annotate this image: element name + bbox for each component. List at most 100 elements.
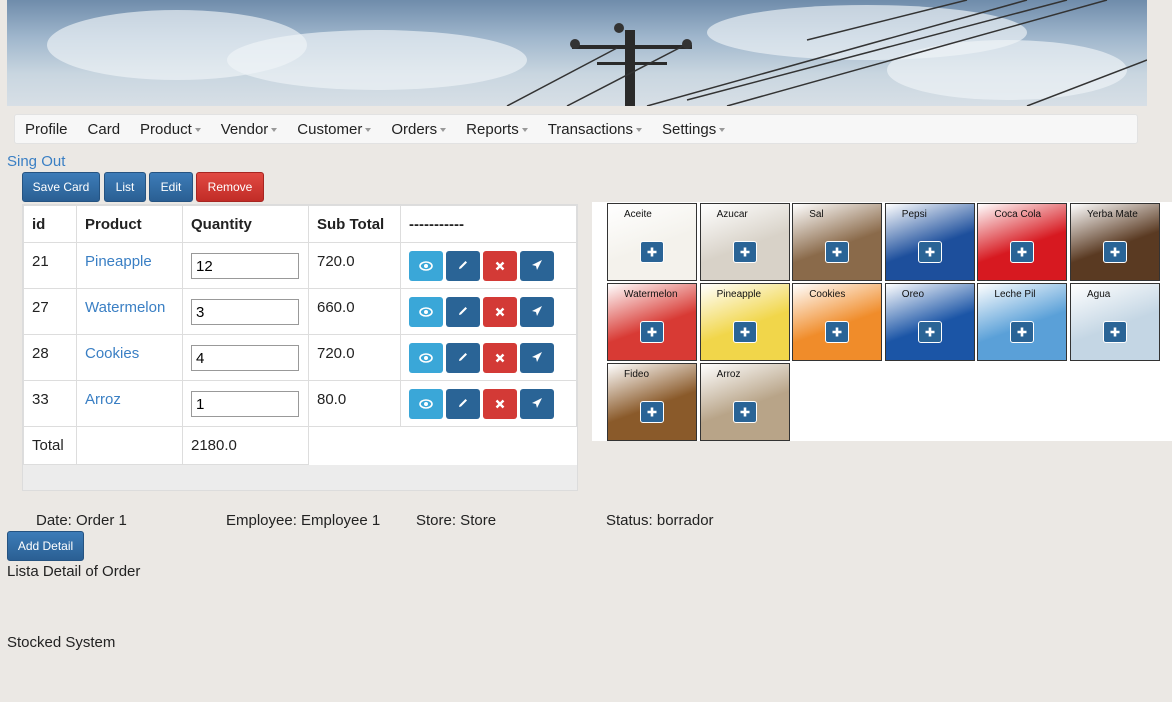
product-link[interactable]: Arroz xyxy=(85,391,121,408)
product-tile[interactable]: Aceite xyxy=(607,203,697,281)
plus-icon xyxy=(740,407,750,417)
cell-subtotal: 720.0 xyxy=(308,242,401,289)
col-header-actions: ----------- xyxy=(400,205,577,243)
nav-item-orders[interactable]: Orders xyxy=(381,121,456,138)
send-row-button[interactable] xyxy=(520,343,554,373)
nav-item-product[interactable]: Product xyxy=(130,121,211,138)
product-tile[interactable]: Oreo xyxy=(884,283,975,361)
cell-subtotal: 660.0 xyxy=(308,288,401,335)
product-tile-label: Leche Pil xyxy=(994,289,1036,300)
plus-icon xyxy=(832,247,842,257)
view-button[interactable] xyxy=(409,297,443,327)
add-product-button[interactable] xyxy=(1010,321,1035,343)
product-tile[interactable]: Sal xyxy=(792,203,883,281)
send-row-button[interactable] xyxy=(520,251,554,281)
caret-down-icon xyxy=(365,128,372,132)
edit-button[interactable]: Edit xyxy=(149,172,193,202)
plus-icon xyxy=(647,407,657,417)
quantity-input[interactable] xyxy=(191,345,299,371)
add-product-button[interactable] xyxy=(825,241,850,263)
plus-icon xyxy=(1110,327,1120,337)
pencil-icon xyxy=(457,304,469,321)
delete-row-button[interactable] xyxy=(483,343,517,373)
product-tile[interactable]: Watermelon xyxy=(607,283,697,361)
nav-item-label: Reports xyxy=(466,120,519,138)
add-product-button[interactable] xyxy=(732,401,757,423)
delete-row-button[interactable] xyxy=(483,297,517,327)
nav-item-vendor[interactable]: Vendor xyxy=(211,121,288,138)
pencil-icon xyxy=(457,396,469,413)
add-product-button[interactable] xyxy=(1103,321,1127,343)
add-detail-button[interactable]: Add Detail xyxy=(7,531,84,561)
nav-item-settings[interactable]: Settings xyxy=(652,121,735,138)
cell-product: Watermelon xyxy=(76,288,183,335)
nav-item-label: Product xyxy=(140,120,192,138)
remove-button[interactable]: Remove xyxy=(196,172,264,202)
edit-row-button[interactable] xyxy=(446,389,480,419)
add-product-button[interactable] xyxy=(1010,241,1035,263)
cell-quantity xyxy=(182,288,309,335)
caret-down-icon xyxy=(194,128,201,132)
cell-product: Arroz xyxy=(76,380,183,427)
view-button[interactable] xyxy=(409,343,443,373)
send-row-button[interactable] xyxy=(520,297,554,327)
add-product-button[interactable] xyxy=(640,321,664,343)
plus-icon xyxy=(1017,327,1027,337)
product-tile[interactable]: Leche Pil xyxy=(977,283,1068,361)
product-tile[interactable]: Coca Cola xyxy=(977,203,1068,281)
total-label: Total xyxy=(23,426,77,465)
nav-item-profile[interactable]: Profile xyxy=(15,121,78,138)
product-link[interactable]: Pineapple xyxy=(85,253,152,270)
add-product-button[interactable] xyxy=(640,401,664,423)
table-row: 28 Cookies 720.0 xyxy=(23,334,577,381)
add-product-button[interactable] xyxy=(825,321,850,343)
product-tile[interactable]: Arroz xyxy=(699,363,790,441)
cell-product: Cookies xyxy=(76,334,183,381)
product-tile-label: Sal xyxy=(809,209,824,220)
product-tile[interactable]: Fideo xyxy=(607,363,697,441)
add-product-button[interactable] xyxy=(917,321,942,343)
close-icon xyxy=(495,396,505,413)
nav-item-card[interactable]: Card xyxy=(78,121,131,138)
send-row-button[interactable] xyxy=(520,389,554,419)
product-tile-label: Arroz xyxy=(716,369,741,380)
product-tile[interactable]: Cookies xyxy=(792,283,883,361)
edit-row-button[interactable] xyxy=(446,251,480,281)
edit-row-button[interactable] xyxy=(446,297,480,327)
add-product-button[interactable] xyxy=(732,321,757,343)
product-tile[interactable]: Pineapple xyxy=(699,283,790,361)
product-tile-label: Cookies xyxy=(809,289,846,300)
nav-item-reports[interactable]: Reports xyxy=(456,121,538,138)
product-tile[interactable]: Yerba Mate xyxy=(1070,203,1160,281)
nav-item-customer[interactable]: Customer xyxy=(287,121,381,138)
save-card-button[interactable]: Save Card xyxy=(22,172,100,202)
view-button[interactable] xyxy=(409,389,443,419)
product-tile[interactable]: Agua xyxy=(1070,283,1160,361)
send-icon xyxy=(531,258,543,275)
quantity-input[interactable] xyxy=(191,391,299,417)
product-link[interactable]: Cookies xyxy=(85,345,139,362)
view-button[interactable] xyxy=(409,251,443,281)
pencil-icon xyxy=(457,350,469,367)
add-product-button[interactable] xyxy=(1103,241,1127,263)
delete-row-button[interactable] xyxy=(483,251,517,281)
product-tile[interactable]: Azucar xyxy=(699,203,790,281)
cell-quantity xyxy=(182,242,309,289)
nav-item-label: Customer xyxy=(297,120,363,138)
delete-row-button[interactable] xyxy=(483,389,517,419)
close-icon xyxy=(495,350,505,367)
product-tile[interactable]: Pepsi xyxy=(884,203,975,281)
list-button[interactable]: List xyxy=(104,172,146,202)
nav-item-label: Card xyxy=(87,120,121,138)
add-product-button[interactable] xyxy=(917,241,942,263)
quantity-input[interactable] xyxy=(191,299,299,325)
sign-out-link[interactable]: Sing Out xyxy=(7,153,65,170)
product-link[interactable]: Watermelon xyxy=(85,299,165,316)
edit-row-button[interactable] xyxy=(446,343,480,373)
cell-actions xyxy=(400,380,577,427)
add-product-button[interactable] xyxy=(640,241,664,263)
quantity-input[interactable] xyxy=(191,253,299,279)
add-product-button[interactable] xyxy=(732,241,757,263)
product-tile-label: Azucar xyxy=(716,209,748,220)
nav-item-transactions[interactable]: Transactions xyxy=(538,121,652,138)
